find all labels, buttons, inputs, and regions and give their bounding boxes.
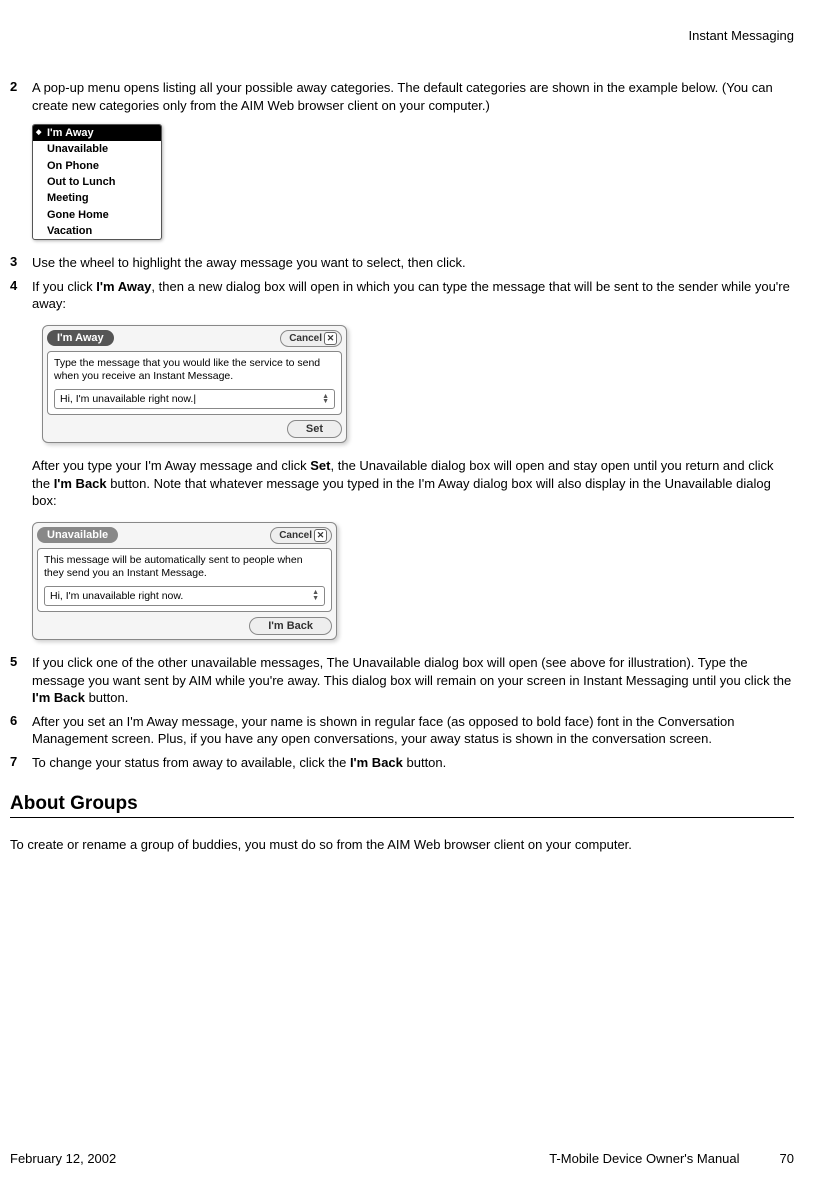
set-button[interactable]: Set: [287, 420, 342, 438]
popup-item-out-to-lunch[interactable]: Out to Lunch: [33, 174, 161, 190]
cancel-button[interactable]: Cancel ✕: [270, 527, 332, 544]
popup-item-gone-home[interactable]: Gone Home: [33, 207, 161, 223]
step-number: 6: [10, 713, 32, 748]
text: button.: [403, 755, 446, 770]
dialog-description: This message will be automatically sent …: [44, 554, 325, 581]
popup-item-meeting[interactable]: Meeting: [33, 190, 161, 206]
step-6: 6 After you set an I'm Away message, you…: [10, 713, 794, 748]
step-number: 3: [10, 254, 32, 272]
step-3: 3 Use the wheel to highlight the away me…: [10, 254, 794, 272]
away-message-input[interactable]: Hi, I'm unavailable right now.| ▲▼: [54, 389, 335, 409]
step-number: 7: [10, 754, 32, 772]
away-message-input[interactable]: Hi, I'm unavailable right now. ▲▼: [44, 586, 325, 606]
dialog-body: Type the message that you would like the…: [47, 351, 342, 415]
dialog-header: Unavailable Cancel ✕: [37, 527, 332, 544]
footer-title: T-Mobile Device Owner's Manual: [549, 1151, 739, 1166]
step-text: After you set an I'm Away message, your …: [32, 713, 794, 748]
scroll-indicator-icon: ▲▼: [312, 590, 319, 601]
step-text: A pop-up menu opens listing all your pos…: [32, 79, 794, 114]
dialog-footer: I'm Back: [37, 617, 332, 635]
bold: I'm Back: [32, 690, 85, 705]
text: If you click: [32, 279, 96, 294]
footer-page-number: 70: [780, 1151, 794, 1166]
cancel-label: Cancel: [289, 333, 322, 344]
step-4-after-text: After you type your I'm Away message and…: [32, 457, 794, 510]
scroll-indicator-icon: ▲▼: [322, 394, 329, 405]
text: button. Note that whatever message you t…: [32, 476, 771, 509]
cancel-button[interactable]: Cancel ✕: [280, 330, 342, 347]
dialog-title: I'm Away: [47, 330, 114, 346]
footer-date: February 12, 2002: [10, 1151, 116, 1166]
popup-item-vacation[interactable]: Vacation: [33, 223, 161, 239]
input-value: Hi, I'm unavailable right now.: [50, 590, 183, 602]
step-text: If you click I'm Away, then a new dialog…: [32, 278, 794, 313]
close-icon[interactable]: ✕: [324, 332, 337, 345]
dialog-description: Type the message that you would like the…: [54, 357, 335, 384]
text: If you click one of the other unavailabl…: [32, 655, 791, 688]
step-text: To change your status from away to avail…: [32, 754, 794, 772]
dialog-title: Unavailable: [37, 527, 118, 543]
bold: I'm Back: [350, 755, 403, 770]
section-heading-about-groups: About Groups: [10, 793, 794, 815]
dialog-body: This message will be automatically sent …: [37, 548, 332, 612]
unavailable-dialog: Unavailable Cancel ✕ This message will b…: [32, 522, 337, 640]
bold: I'm Away: [96, 279, 151, 294]
text: button.: [85, 690, 128, 705]
im-away-dialog: I'm Away Cancel ✕ Type the message that …: [42, 325, 347, 443]
step-7: 7 To change your status from away to ava…: [10, 754, 794, 772]
input-value: Hi, I'm unavailable right now.|: [60, 393, 196, 405]
step-4: 4 If you click I'm Away, then a new dial…: [10, 278, 794, 313]
popup-item-on-phone[interactable]: On Phone: [33, 158, 161, 174]
dialog-footer: Set: [47, 420, 342, 438]
step-text: Use the wheel to highlight the away mess…: [32, 254, 794, 272]
section-rule: [10, 817, 794, 818]
step-number: 2: [10, 79, 32, 114]
header-section: Instant Messaging: [10, 28, 794, 43]
section-para: To create or rename a group of buddies, …: [10, 836, 794, 854]
step-number: 5: [10, 654, 32, 707]
text: After you type your I'm Away message and…: [32, 458, 310, 473]
step-number: 4: [10, 278, 32, 313]
step-text: If you click one of the other unavailabl…: [32, 654, 794, 707]
bold: I'm Back: [54, 476, 107, 491]
step-5: 5 If you click one of the other unavaila…: [10, 654, 794, 707]
close-icon[interactable]: ✕: [314, 529, 327, 542]
cancel-label: Cancel: [279, 530, 312, 541]
page-footer: February 12, 2002 T-Mobile Device Owner'…: [10, 1151, 794, 1166]
away-popup-menu: I'm Away Unavailable On Phone Out to Lun…: [32, 124, 162, 240]
popup-item-unavailable[interactable]: Unavailable: [33, 141, 161, 157]
text: To change your status from away to avail…: [32, 755, 350, 770]
step-2: 2 A pop-up menu opens listing all your p…: [10, 79, 794, 114]
popup-item-im-away[interactable]: I'm Away: [33, 125, 161, 141]
im-back-button[interactable]: I'm Back: [249, 617, 332, 635]
bold: Set: [310, 458, 330, 473]
dialog-header: I'm Away Cancel ✕: [47, 330, 342, 347]
